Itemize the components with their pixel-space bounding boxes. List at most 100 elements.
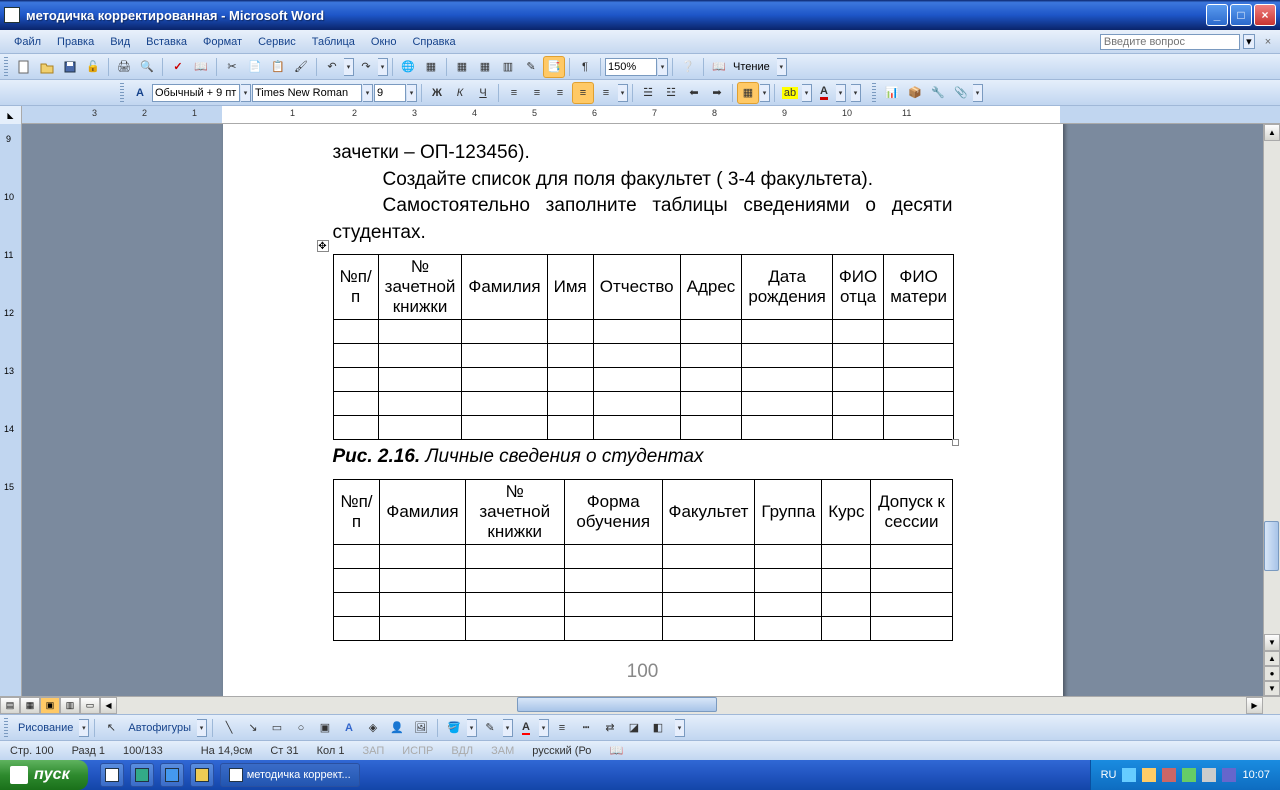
toolbar-options[interactable]: ▾ — [777, 58, 787, 76]
picture-button[interactable]: 🖼 — [410, 717, 432, 739]
menu-help[interactable]: Справка — [404, 34, 463, 50]
outline-view-button[interactable]: ▥ — [60, 697, 80, 714]
status-trk[interactable]: ИСПР — [398, 745, 437, 757]
oval-button[interactable]: ○ — [290, 717, 312, 739]
fill-color-button[interactable]: 🪣 — [443, 717, 465, 739]
status-ovr[interactable]: ЗАМ — [487, 745, 518, 757]
scroll-left-button[interactable]: ◀ — [100, 697, 117, 714]
spellcheck-button[interactable]: ✓ — [167, 56, 189, 78]
line-style-button[interactable]: ≡ — [551, 717, 573, 739]
font-color-draw-dropdown[interactable]: ▾ — [539, 719, 549, 737]
zoom-dropdown[interactable]: ▾ — [658, 58, 668, 76]
table-header[interactable]: Допуск к сессии — [871, 479, 952, 544]
vertical-ruler[interactable]: 9 10 11 12 13 14 15 — [0, 124, 22, 696]
font-size-dropdown[interactable]: ▾ — [407, 84, 417, 102]
permission-button[interactable]: 🔓 — [82, 56, 104, 78]
toolbar-grip[interactable] — [872, 83, 876, 103]
prev-page-button[interactable]: ▲ — [1264, 651, 1280, 666]
toolbar-grip[interactable] — [4, 718, 8, 738]
tray-icon-3[interactable] — [1162, 768, 1176, 782]
table-header[interactable]: Группа — [755, 479, 822, 544]
align-left-button[interactable]: ≡ — [503, 82, 525, 104]
highlight-button[interactable]: ab — [779, 82, 801, 104]
cut-button[interactable]: ✂ — [221, 56, 243, 78]
arrow-button[interactable]: ↘ — [242, 717, 264, 739]
shadow-button[interactable]: ◪ — [623, 717, 645, 739]
toolbar-grip[interactable] — [4, 57, 8, 77]
scroll-right-button[interactable]: ▶ — [1246, 697, 1263, 714]
print-layout-view-button[interactable]: ▣ — [40, 697, 60, 714]
browse-object-button[interactable]: ● — [1264, 666, 1280, 681]
table-header[interactable]: №п/п — [333, 255, 378, 320]
autoshapes-label[interactable]: Автофигуры — [124, 722, 195, 734]
menu-format[interactable]: Формат — [195, 34, 250, 50]
font-size-combo[interactable] — [374, 84, 406, 102]
vertical-scrollbar[interactable]: ▲ ▼ ▲ ● ▼ — [1263, 124, 1280, 696]
scroll-thumb[interactable] — [1264, 521, 1279, 571]
close-button[interactable]: × — [1254, 4, 1276, 26]
page[interactable]: зачетки – ОП-123456). Создайте список дл… — [223, 124, 1063, 696]
table-header[interactable]: Форма обучения — [564, 479, 662, 544]
dash-style-button[interactable]: ┅ — [575, 717, 597, 739]
menu-table[interactable]: Таблица — [304, 34, 363, 50]
undo-dropdown[interactable]: ▾ — [344, 58, 354, 76]
horizontal-scrollbar[interactable]: ◀ ▶ — [100, 697, 1263, 714]
extra-btn-4[interactable]: 📎 — [950, 82, 972, 104]
scroll-up-button[interactable]: ▲ — [1264, 124, 1280, 141]
italic-button[interactable]: К — [449, 82, 471, 104]
normal-view-button[interactable]: ▤ — [0, 697, 20, 714]
font-color-button[interactable]: A — [813, 82, 835, 104]
tray-icon-2[interactable] — [1142, 768, 1156, 782]
quick-launch-1[interactable] — [100, 763, 124, 787]
table-header[interactable]: Отчество — [593, 255, 680, 320]
line-color-button[interactable]: ✎ — [479, 717, 501, 739]
help-button[interactable]: ❔ — [677, 56, 699, 78]
tables-borders-button[interactable]: ▦ — [420, 56, 442, 78]
line-button[interactable]: ╲ — [218, 717, 240, 739]
web-view-button[interactable]: ▦ — [20, 697, 40, 714]
status-ext[interactable]: ВДЛ — [447, 745, 477, 757]
font-color-dropdown[interactable]: ▾ — [836, 84, 846, 102]
drawing-label[interactable]: Рисование — [14, 722, 77, 734]
help-close[interactable]: × — [1262, 36, 1274, 48]
table-header[interactable]: Факультет — [662, 479, 755, 544]
hyperlink-button[interactable]: 🌐 — [397, 56, 419, 78]
align-center-button[interactable]: ≡ — [526, 82, 548, 104]
table-header[interactable]: Дата рождения — [742, 255, 833, 320]
menu-edit[interactable]: Правка — [49, 34, 102, 50]
rectangle-button[interactable]: ▭ — [266, 717, 288, 739]
document-map-button[interactable]: 📑 — [543, 56, 565, 78]
table-header[interactable]: Курс — [822, 479, 871, 544]
align-right-button[interactable]: ≡ — [549, 82, 571, 104]
table-resize-handle-icon[interactable] — [952, 439, 959, 446]
extra-btn-1[interactable]: 📊 — [881, 82, 903, 104]
bold-button[interactable]: Ж — [426, 82, 448, 104]
reading-label[interactable]: Чтение — [731, 61, 772, 73]
help-dropdown[interactable]: ▾ — [1243, 34, 1255, 49]
increase-indent-button[interactable]: ➡ — [706, 82, 728, 104]
text-line-3[interactable]: Самостоятельно заполните таблицы сведени… — [333, 193, 953, 246]
save-button[interactable] — [59, 56, 81, 78]
diagram-button[interactable]: ◈ — [362, 717, 384, 739]
maximize-button[interactable]: □ — [1230, 4, 1252, 26]
textbox-button[interactable]: ▣ — [314, 717, 336, 739]
table-header[interactable]: Фамилия — [380, 479, 465, 544]
zoom-combo[interactable] — [605, 58, 657, 76]
table-header[interactable]: Фамилия — [462, 255, 547, 320]
tray-icon-5[interactable] — [1202, 768, 1216, 782]
drawing-toolbar-options[interactable]: ▾ — [675, 719, 685, 737]
text-line-1[interactable]: зачетки – ОП-123456). — [333, 140, 953, 167]
help-input[interactable] — [1100, 34, 1240, 50]
format-painter-button[interactable]: 🖌 — [290, 56, 312, 78]
open-button[interactable] — [36, 56, 58, 78]
copy-button[interactable]: 📄 — [244, 56, 266, 78]
table-move-handle-icon[interactable]: ✥ — [317, 240, 329, 252]
undo-button[interactable]: ↶ — [321, 56, 343, 78]
print-preview-button[interactable]: 🔍 — [136, 56, 158, 78]
start-button[interactable]: пуск — [0, 760, 88, 790]
line-spacing-button[interactable]: ≡ — [595, 82, 617, 104]
quick-launch-3[interactable] — [160, 763, 184, 787]
numbered-list-button[interactable]: ☱ — [637, 82, 659, 104]
autoshapes-dropdown[interactable]: ▾ — [197, 719, 207, 737]
reading-view-button[interactable]: ▭ — [80, 697, 100, 714]
